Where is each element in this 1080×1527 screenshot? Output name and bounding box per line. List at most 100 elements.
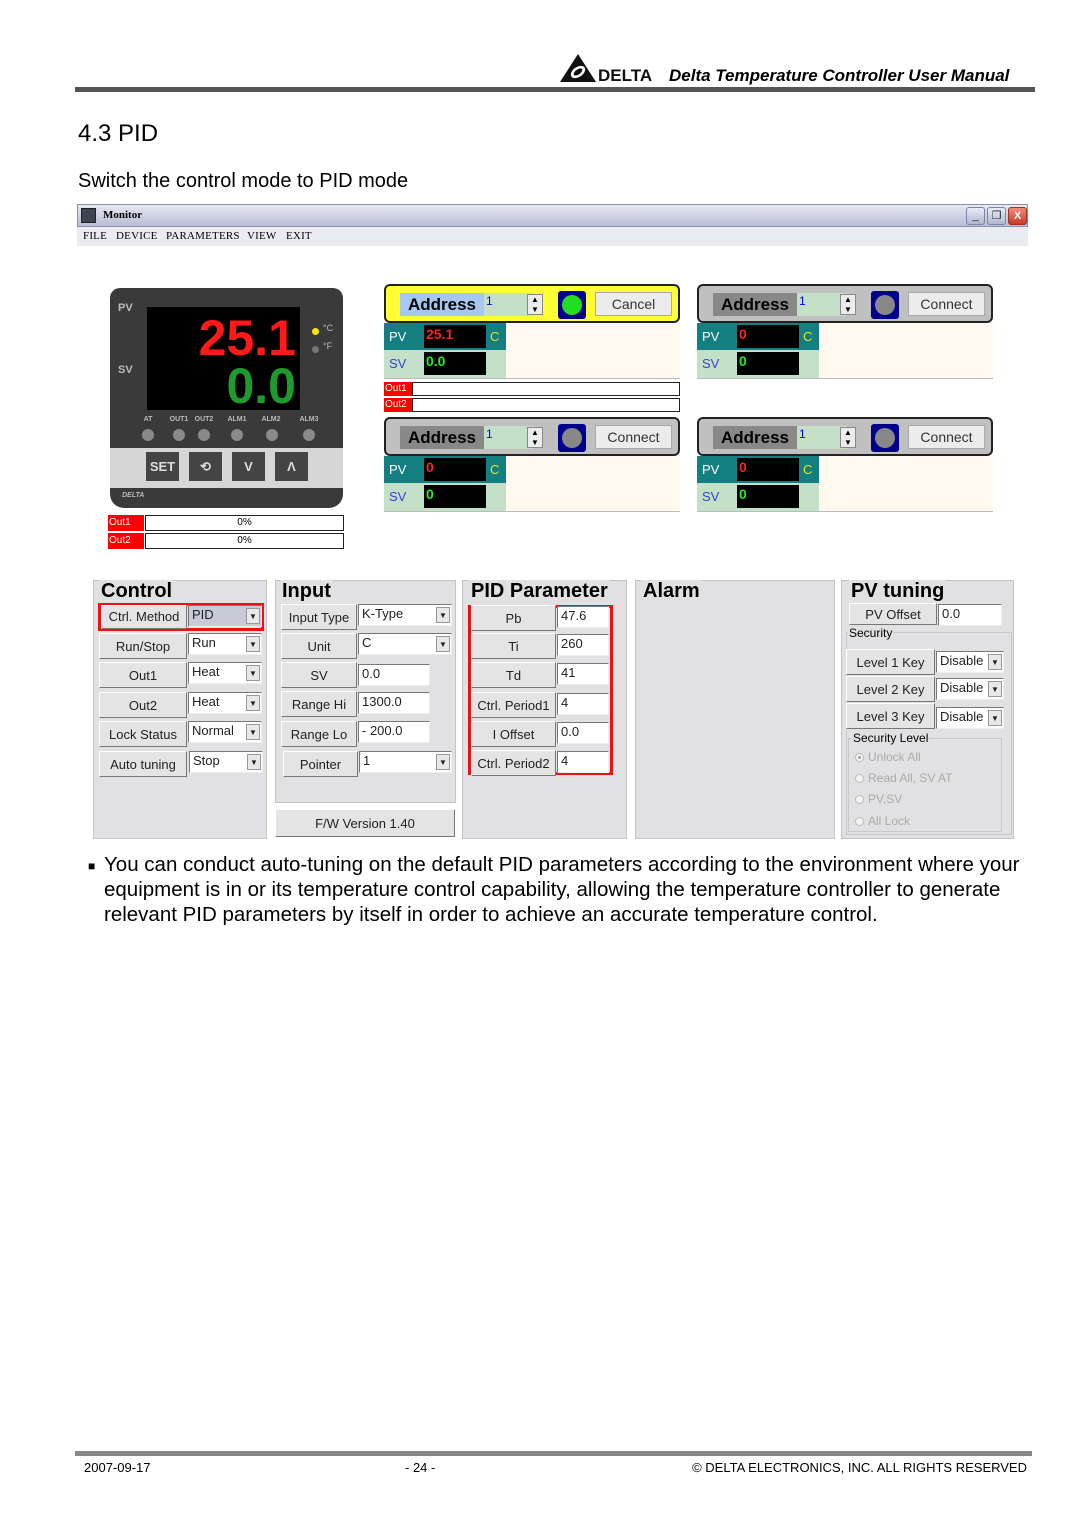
dropdown-arrow-icon[interactable]: ▼ <box>247 754 261 770</box>
delta-logo: DELTA <box>560 54 652 84</box>
node-panel-2: Address 1 ▲ ▼ Connect PV 0 C SV 0 <box>697 284 993 380</box>
td-input[interactable]: 41 <box>557 663 609 685</box>
out2-select[interactable]: Heat ▼ <box>188 692 262 714</box>
radio-unselected-icon <box>855 817 864 826</box>
footer-rule <box>75 1451 1032 1456</box>
ctrl-method-select[interactable]: PID ▼ <box>188 605 262 627</box>
i-offset-input[interactable]: 0.0 <box>557 722 609 744</box>
sv-label: SV <box>697 483 735 511</box>
node-2-readout: PV 0 C SV 0 <box>697 323 993 379</box>
level1-key-select[interactable]: Disable ▼ <box>936 651 1004 673</box>
dropdown-arrow-icon[interactable]: ▼ <box>246 724 260 740</box>
restore-button[interactable]: ❐ <box>987 207 1006 225</box>
menu-device[interactable]: DEVICE <box>116 230 158 242</box>
dropdown-arrow-icon[interactable]: ▼ <box>246 608 260 624</box>
radio-unlock-all-label: Unlock All <box>868 750 921 764</box>
down-key[interactable]: V <box>232 452 265 481</box>
pointer-button[interactable]: Pointer <box>283 751 358 777</box>
dropdown-arrow-icon[interactable]: ▼ <box>246 695 260 711</box>
lock-status-button[interactable]: Lock Status <box>99 721 187 747</box>
ti-button[interactable]: Ti <box>471 633 556 659</box>
ctrl-period2-button[interactable]: Ctrl. Period2 <box>471 750 556 776</box>
level3-key-button[interactable]: Level 3 Key <box>846 703 935 729</box>
menu-view[interactable]: VIEW <box>247 230 277 242</box>
ctrl-period1-input[interactable]: 4 <box>557 693 609 715</box>
radio-read-all-sv-at[interactable]: Read All, SV AT <box>855 771 953 785</box>
run-stop-button[interactable]: Run/Stop <box>99 633 187 659</box>
dropdown-arrow-icon[interactable]: ▼ <box>246 636 260 652</box>
radio-all-lock[interactable]: All Lock <box>855 814 910 828</box>
dropdown-arrow-icon[interactable]: ▼ <box>436 607 450 623</box>
dropdown-arrow-icon[interactable]: ▼ <box>988 654 1002 670</box>
cycle-key[interactable]: ⟲ <box>189 452 222 481</box>
section-title: 4.3 PID <box>78 120 159 147</box>
address-spinner-icon[interactable]: ▲ ▼ <box>840 427 856 448</box>
pv-offset-button[interactable]: PV Offset <box>849 603 937 625</box>
up-key[interactable]: Λ <box>275 452 308 481</box>
out1-select[interactable]: Heat ▼ <box>188 662 262 684</box>
menu-exit[interactable]: EXIT <box>286 230 312 242</box>
address-spinner-icon[interactable]: ▲ ▼ <box>527 427 543 448</box>
level2-key-button[interactable]: Level 2 Key <box>846 676 935 702</box>
pb-input[interactable]: 47.6 <box>557 606 609 628</box>
input-type-button[interactable]: Input Type <box>281 604 357 630</box>
pb-button[interactable]: Pb <box>471 605 556 631</box>
menu-parameters[interactable]: PARAMETERS <box>166 230 240 242</box>
menu-file[interactable]: FILE <box>83 230 107 242</box>
section-intro: Switch the control mode to PID mode <box>78 170 409 192</box>
level3-key-select[interactable]: Disable ▼ <box>936 707 1004 729</box>
connect-button[interactable]: Connect <box>908 425 985 449</box>
out1-button[interactable]: Out1 <box>99 662 187 688</box>
dropdown-arrow-icon[interactable]: ▼ <box>246 665 260 681</box>
dropdown-arrow-icon[interactable]: ▼ <box>988 710 1002 726</box>
range-hi-input[interactable]: 1300.0 <box>358 692 430 714</box>
unit-select[interactable]: C ▼ <box>358 633 452 655</box>
cancel-button[interactable]: Cancel <box>595 292 672 316</box>
minimize-button[interactable]: _ <box>966 207 985 225</box>
address-spinner-icon[interactable]: ▲ ▼ <box>840 294 856 315</box>
level2-key-select[interactable]: Disable ▼ <box>936 678 1004 700</box>
ctrl-method-button[interactable]: Ctrl. Method <box>101 605 187 629</box>
unit-button[interactable]: Unit <box>281 633 357 659</box>
celsius-label: °C <box>323 323 334 333</box>
radio-unlock-all[interactable]: Unlock All <box>855 750 921 764</box>
address-spinner-icon[interactable]: ▲ ▼ <box>527 294 543 315</box>
range-lo-input[interactable]: - 200.0 <box>358 721 430 743</box>
ctrl-period1-button[interactable]: Ctrl. Period1 <box>471 692 556 718</box>
document-title: Delta Temperature Controller User Manual <box>669 66 1010 85</box>
range-hi-button[interactable]: Range Hi <box>281 691 357 717</box>
ti-input[interactable]: 260 <box>557 634 609 656</box>
faceplate-display: 25.1 0.0 <box>147 307 300 414</box>
dropdown-arrow-icon[interactable]: ▼ <box>436 754 450 770</box>
connect-button[interactable]: Connect <box>908 292 985 316</box>
lock-status-select[interactable]: Normal ▼ <box>188 721 262 743</box>
security-label: Security <box>848 626 894 640</box>
auto-tuning-select[interactable]: Stop ▼ <box>189 751 263 773</box>
node-panel-3: Address 1 ▲ ▼ Connect PV 0 C SV 0 <box>384 417 680 513</box>
led-alm3-icon <box>303 429 315 441</box>
close-button[interactable]: X <box>1008 207 1027 225</box>
dropdown-arrow-icon[interactable]: ▼ <box>436 636 450 652</box>
status-led-off-icon <box>562 428 582 448</box>
pv-offset-input[interactable]: 0.0 <box>938 604 1002 626</box>
dropdown-arrow-icon[interactable]: ▼ <box>988 681 1002 697</box>
pointer-select[interactable]: 1 ▼ <box>359 751 452 773</box>
window-titlebar[interactable]: Monitor _ ❐ X <box>77 204 1028 227</box>
sv-input[interactable]: 0.0 <box>358 664 430 686</box>
range-lo-button[interactable]: Range Lo <box>281 721 357 747</box>
i-offset-button[interactable]: I Offset <box>471 721 556 747</box>
run-stop-select[interactable]: Run ▼ <box>188 633 262 655</box>
radio-pv-sv[interactable]: PV,SV <box>855 792 902 806</box>
ctrl-period2-input[interactable]: 4 <box>557 751 609 773</box>
connect-button[interactable]: Connect <box>595 425 672 449</box>
led-label-out2: OUT2 <box>194 416 214 423</box>
sv-button[interactable]: SV <box>281 662 357 688</box>
level1-key-button[interactable]: Level 1 Key <box>846 649 935 675</box>
auto-tuning-button[interactable]: Auto tuning <box>99 751 187 777</box>
set-key[interactable]: SET <box>146 452 179 481</box>
out2-button[interactable]: Out2 <box>99 692 187 718</box>
radio-unselected-icon <box>855 795 864 804</box>
input-type-select[interactable]: K-Type ▼ <box>358 604 452 626</box>
td-button[interactable]: Td <box>471 662 556 688</box>
firmware-version-button[interactable]: F/W Version 1.40 <box>275 809 455 837</box>
